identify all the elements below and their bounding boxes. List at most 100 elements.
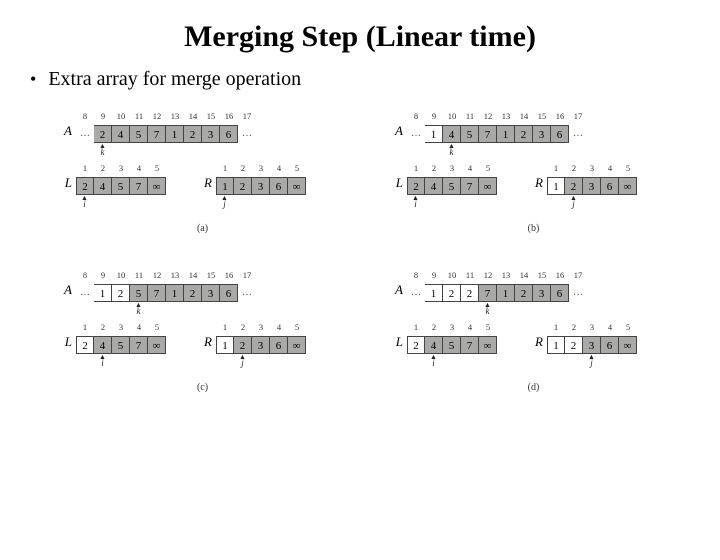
array-cell: 3 [202,125,220,143]
index-cell: 12 [479,270,497,282]
array-cell: 2 [184,125,202,143]
index-cell: 5 [479,322,497,334]
array-cell: 4 [112,125,130,143]
index-cell: 1 [216,322,234,334]
index-cell: 14 [184,270,202,282]
pointer-k: ▲k [484,303,491,315]
index-cell: 3 [443,322,461,334]
lr-row: 12345L2457∞▲i12345R1236∞▲j [387,163,680,215]
bullet-text: Extra array for merge operation [48,68,301,91]
index-cell: 2 [425,163,443,175]
index-cell: 8 [407,270,425,282]
array-L: 12345L2457∞▲i [56,163,166,209]
index-cell: 1 [216,163,234,175]
ellipsis-cell: … [238,125,256,143]
array-cell: 3 [252,177,270,195]
index-cell: 1 [76,322,94,334]
array-cell: 2 [184,284,202,302]
ellipsis-cell: … [238,284,256,302]
pointer-row: ▲i [76,354,166,368]
array-cell: 2 [112,284,130,302]
array-cell: 1 [497,125,515,143]
ellipsis-cell: … [76,125,94,143]
index-cell: 15 [202,270,220,282]
array-label: L [387,175,403,195]
index-cell: 17 [238,270,256,282]
pointer-k: ▲k [448,144,455,156]
array-cell: ∞ [288,336,306,354]
array-row: R1236∞ [527,175,637,195]
array-cell: 2 [461,284,479,302]
array-cell: 3 [583,177,601,195]
panel-caption: (a) [56,223,349,234]
array-cell: 1 [425,284,443,302]
array-R: 12345R1236∞▲j [196,163,306,209]
index-cell: 3 [112,163,130,175]
array-cell: 7 [148,125,166,143]
index-cell: 4 [130,322,148,334]
index-cell: 2 [234,322,252,334]
ellipsis-cell: … [569,284,587,302]
array-row: A…24571236… [56,123,349,143]
array-cell: 1 [166,125,184,143]
array-cell: 5 [112,177,130,195]
array-cell: 6 [220,284,238,302]
index-cell: 15 [533,111,551,123]
array-L: 12345L2457∞▲i [387,163,497,209]
array-row: A…12271236… [387,282,680,302]
panel-caption: (c) [56,382,349,393]
array-cell: 2 [515,125,533,143]
array-row: A…14571236… [387,123,680,143]
pointer-j: ▲j [570,196,577,208]
array-cell: 2 [565,177,583,195]
array-cell: 6 [551,284,569,302]
array-label: A [56,123,72,143]
panel-caption: (d) [387,382,680,393]
array-cell: 3 [202,284,220,302]
panel-d: 891011121314151617A…12271236…▲k12345L245… [387,270,680,393]
index-cell: 10 [112,111,130,123]
array-cell: ∞ [479,177,497,195]
array-row: A…12571236… [56,282,349,302]
array-cell: 1 [166,284,184,302]
array-R: 12345R1236∞▲j [196,322,306,368]
pointer-i: ▲i [412,196,419,208]
pointer-i: ▲i [99,355,106,367]
array-cell: 5 [443,336,461,354]
lr-row: 12345L2457∞▲i12345R1236∞▲j [56,163,349,215]
index-cell: 11 [130,270,148,282]
array-cell: 6 [270,177,288,195]
array-cell: 6 [601,177,619,195]
array-row: R1236∞ [196,334,306,354]
pointer-row: ▲j [547,354,637,368]
pointer-k: ▲k [99,144,106,156]
array-A: 891011121314151617A…14571236…▲k [387,111,680,157]
diagram-grid: 891011121314151617A…24571236…▲k12345L245… [0,111,720,393]
array-row: L2457∞ [387,334,497,354]
array-label: L [56,175,72,195]
pointer-row: ▲i [76,195,166,209]
index-cell: 14 [184,111,202,123]
array-cell: 2 [76,177,94,195]
array-L: 12345L2457∞▲i [56,322,166,368]
pointer-row: ▲j [216,354,306,368]
index-cell: 1 [407,163,425,175]
pointer-i: ▲i [81,196,88,208]
index-row: 891011121314151617 [76,270,349,282]
index-row: 12345 [216,322,306,334]
index-row: 12345 [216,163,306,175]
array-label: A [387,123,403,143]
array-label: R [196,334,212,354]
index-cell: 17 [569,270,587,282]
array-cell: 5 [130,125,148,143]
array-cell: 2 [94,125,112,143]
index-cell: 8 [76,111,94,123]
index-cell: 3 [583,163,601,175]
array-cell: ∞ [619,177,637,195]
array-cell: 2 [407,177,425,195]
array-cell: 5 [112,336,130,354]
page-title: Merging Step (Linear time) [0,20,720,54]
array-cell: 2 [76,336,94,354]
array-cell: 7 [130,177,148,195]
index-row: 891011121314151617 [407,270,680,282]
